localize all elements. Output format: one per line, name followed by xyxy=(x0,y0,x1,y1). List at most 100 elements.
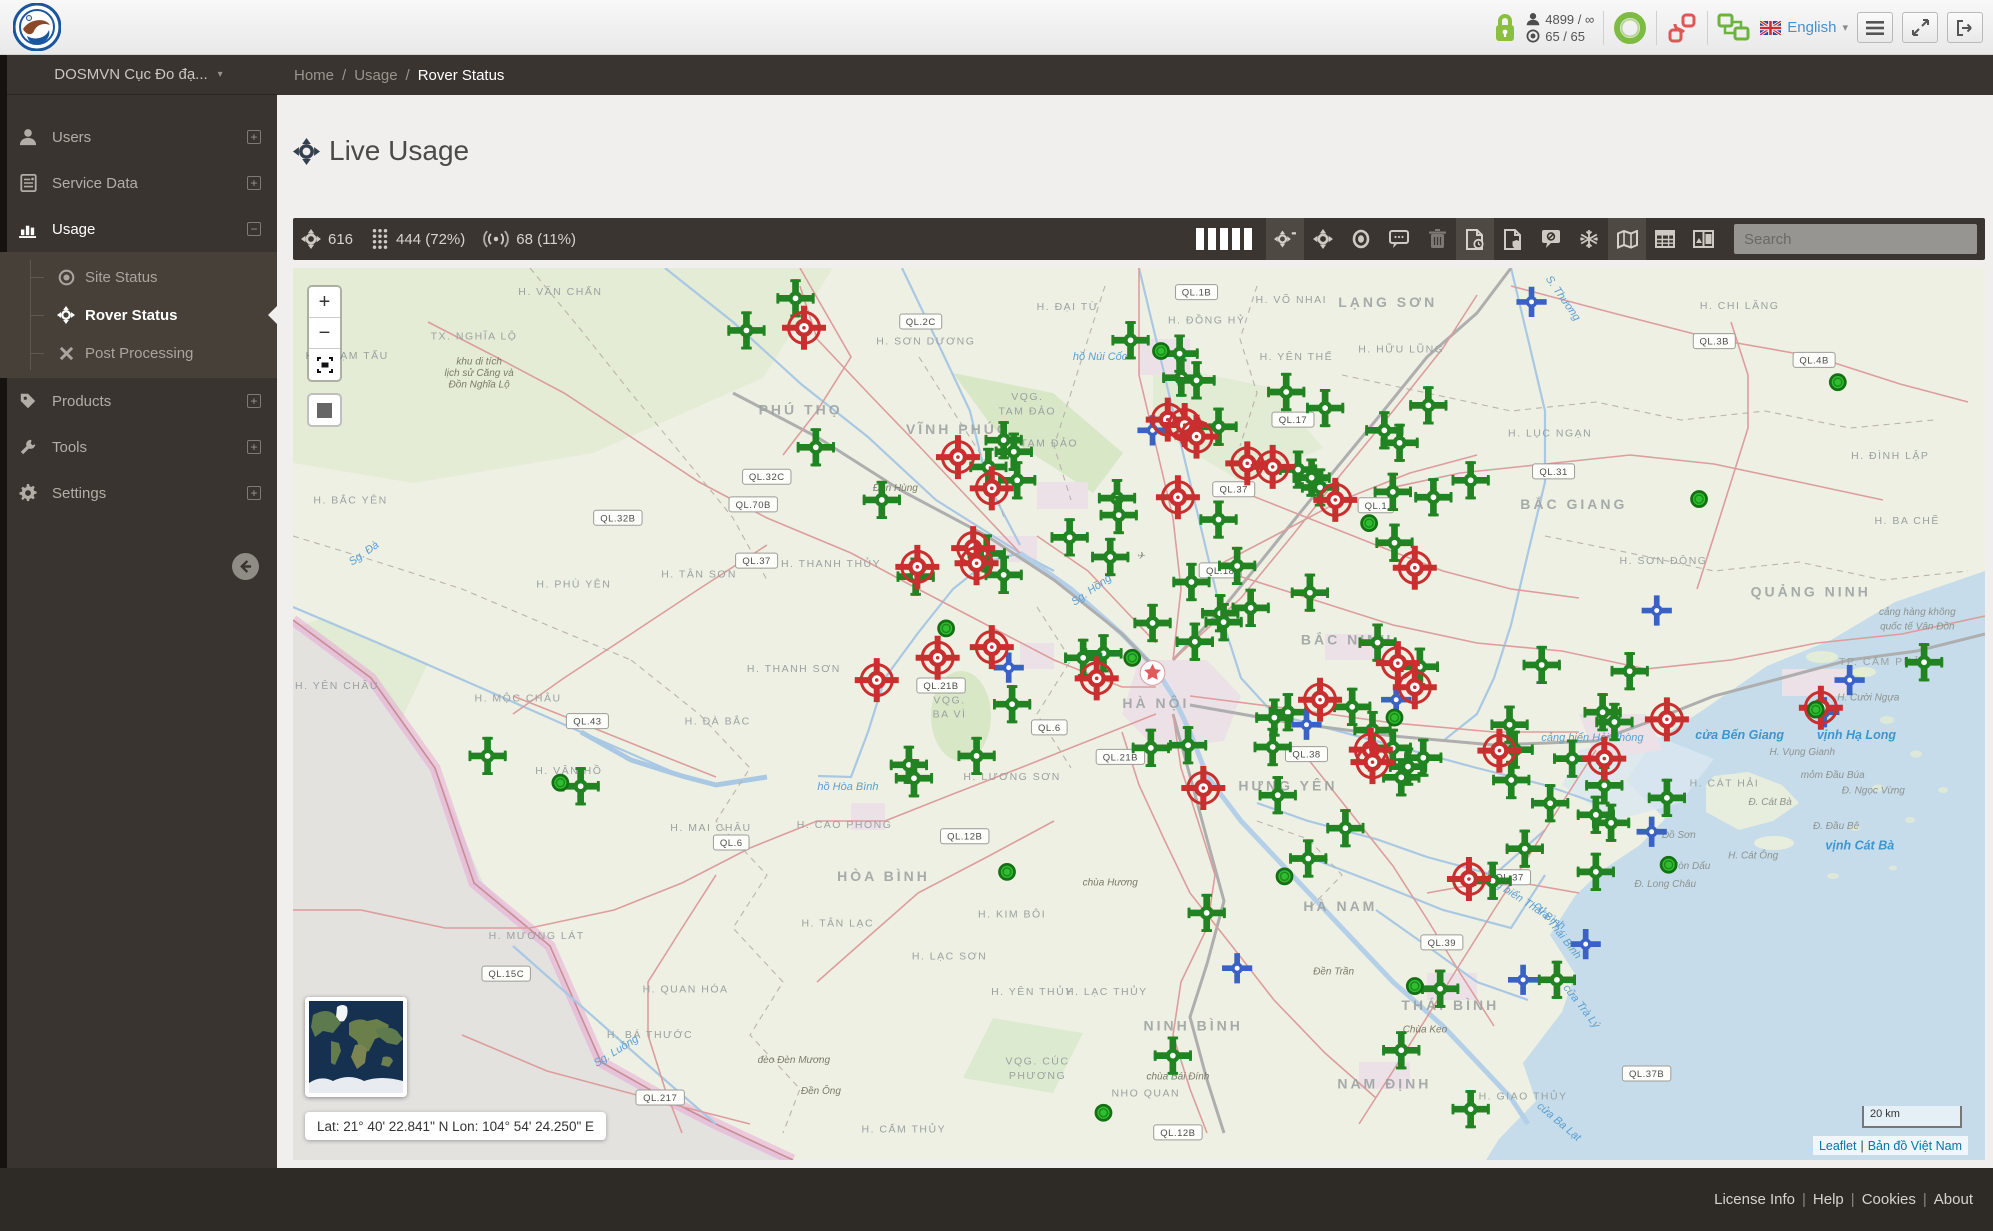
map-label: TAM ĐẢO xyxy=(999,404,1057,417)
circle-station-marker[interactable] xyxy=(1387,710,1402,725)
map-canvas[interactable]: PHÚ THỌVĨNH PHÚCHÀ NỘIHÒA BÌNHHƯNG YÊNBẮ… xyxy=(293,268,1985,1160)
toolbar-map-view-button[interactable] xyxy=(1608,218,1646,260)
bars-legend-icon[interactable] xyxy=(1196,228,1252,250)
sidebar-item-service-data[interactable]: Service Data + xyxy=(0,160,277,206)
circle-station-marker[interactable] xyxy=(1808,702,1823,717)
x-icon xyxy=(56,346,76,361)
map-label: khu di tích xyxy=(456,356,502,367)
expand-plus-icon[interactable]: + xyxy=(247,440,261,454)
square-icon xyxy=(317,403,332,418)
map[interactable]: PHÚ THỌVĨNH PHÚCHÀ NỘIHÒA BÌNHHƯNG YÊNBẮ… xyxy=(293,268,1985,1160)
sidebar-collapse-button[interactable] xyxy=(232,553,259,580)
map-label: Đ. Cát Bà xyxy=(1748,797,1792,808)
chevron-down-icon: ▾ xyxy=(1842,21,1848,34)
sidebar-item-post-processing[interactable]: Post Processing xyxy=(0,334,277,372)
sidebar-item-rover-status[interactable]: Rover Status xyxy=(0,296,277,334)
broken-link-icon[interactable] xyxy=(1666,12,1698,44)
sidebar-item-products[interactable]: Products + xyxy=(0,378,277,424)
tag-icon xyxy=(17,392,39,410)
circle-station-marker[interactable] xyxy=(1000,864,1015,879)
map-label: Đ. Ngọc Vừng xyxy=(1842,785,1905,796)
logout-button[interactable] xyxy=(1947,12,1983,43)
toolbar-delete-button[interactable] xyxy=(1418,218,1456,260)
toolbar-split-view-button[interactable] xyxy=(1684,218,1722,260)
zoom-out-button[interactable]: − xyxy=(309,318,340,349)
map-label: HÀ NỘI xyxy=(1122,694,1189,711)
breadcrumb-item[interactable]: Home xyxy=(294,67,334,84)
footer-link[interactable]: Cookies xyxy=(1862,1191,1916,1208)
users-quota: 4899 / ∞ xyxy=(1545,12,1594,27)
toolbar-rover-button[interactable] xyxy=(1304,218,1342,260)
footer-link[interactable]: License Info xyxy=(1714,1191,1795,1208)
collapse-minus-icon[interactable]: − xyxy=(247,222,261,236)
svg-text:QL.1: QL.1 xyxy=(1365,501,1388,512)
fullscreen-map-button[interactable] xyxy=(309,349,340,380)
footer-separator: | xyxy=(1851,1191,1855,1208)
fullscreen-button[interactable] xyxy=(1902,12,1938,43)
footer-link[interactable]: About xyxy=(1934,1191,1973,1208)
circle-station-marker[interactable] xyxy=(1125,650,1140,665)
circle-station-marker[interactable] xyxy=(1096,1105,1111,1120)
circle-station-marker[interactable] xyxy=(939,621,954,636)
circle-station-marker[interactable] xyxy=(1830,375,1845,390)
toolbar-messages-button[interactable] xyxy=(1380,218,1418,260)
overview-minimap[interactable] xyxy=(305,997,407,1097)
svg-text:QL.31: QL.31 xyxy=(1539,467,1567,478)
org-selector[interactable]: DOSMVN Cục Đo đạ... ▾ xyxy=(0,55,277,95)
leaflet-link[interactable]: Leaflet xyxy=(1819,1139,1857,1153)
rover-icon xyxy=(293,138,320,165)
map-label: LẠNG SƠN xyxy=(1338,294,1437,310)
expand-plus-icon[interactable]: + xyxy=(247,394,261,408)
toolbar-log-protect-button[interactable] xyxy=(1494,218,1532,260)
basemap-link[interactable]: Bản đồ Việt Nam xyxy=(1868,1139,1962,1153)
rover-count: 616 xyxy=(328,231,353,248)
sidebar-item-site-status[interactable]: Site Status xyxy=(0,258,277,296)
map-label: H. PHÙ YÊN xyxy=(536,577,611,590)
menu-button[interactable] xyxy=(1857,12,1893,43)
footer-link[interactable]: Help xyxy=(1813,1191,1844,1208)
draw-extent-button[interactable] xyxy=(307,393,342,427)
circle-station-marker[interactable] xyxy=(1153,343,1168,358)
toolbar-log-history-button[interactable] xyxy=(1456,218,1494,260)
toolbar-rover-hide-button[interactable] xyxy=(1266,218,1304,260)
sidebar-item-users[interactable]: Users + xyxy=(0,114,277,160)
search-input[interactable] xyxy=(1734,224,1977,254)
language-selector[interactable]: English ▾ xyxy=(1760,19,1848,36)
breadcrumb: Home/Usage/Rover Status xyxy=(277,55,1993,95)
zoom-in-button[interactable]: + xyxy=(309,287,340,318)
usage-submenu: Site Status Rover Status Post Processing xyxy=(0,252,277,378)
language-label: English xyxy=(1787,19,1836,36)
broadcast-icon xyxy=(483,230,509,248)
road-badge: QL.6 xyxy=(713,835,749,850)
sidebar-item-tools[interactable]: Tools + xyxy=(0,424,277,470)
circle-station-marker[interactable] xyxy=(1362,516,1377,531)
toolbar-no-messages-button[interactable] xyxy=(1532,218,1570,260)
footer-separator: | xyxy=(1802,1191,1806,1208)
page-title-text: Live Usage xyxy=(329,135,469,167)
expand-plus-icon[interactable]: + xyxy=(247,176,261,190)
map-label: NAM ĐỊNH xyxy=(1337,1076,1431,1092)
expand-plus-icon[interactable]: + xyxy=(247,130,261,144)
zoom-control: + − xyxy=(307,285,342,382)
circle-station-marker[interactable] xyxy=(1692,492,1707,507)
star-station-marker[interactable] xyxy=(1140,661,1165,686)
circle-station-marker[interactable] xyxy=(1407,979,1422,994)
toolbar-table-view-button[interactable] xyxy=(1646,218,1684,260)
toolbar-snowflake-button[interactable] xyxy=(1570,218,1608,260)
sidebar-item-settings[interactable]: Settings + xyxy=(0,470,277,516)
map-label: cảng biển Hải Phòng xyxy=(1541,732,1644,744)
expand-plus-icon[interactable]: + xyxy=(247,486,261,500)
sidebar: DOSMVN Cục Đo đạ... ▾ Users + Service Da… xyxy=(0,55,277,1168)
toolbar-sites-button[interactable] xyxy=(1342,218,1380,260)
network-nodes-icon[interactable] xyxy=(1717,12,1751,44)
circle-station-marker[interactable] xyxy=(1661,857,1676,872)
sidebar-item-usage[interactable]: Usage − xyxy=(0,206,277,252)
map-label: THÁI BÌNH xyxy=(1401,997,1499,1013)
status-ring-icon[interactable] xyxy=(1613,11,1647,45)
circle-station-marker[interactable] xyxy=(553,775,568,790)
top-bar: 4899 / ∞ 65 / 65 xyxy=(0,0,1993,55)
circle-station-marker[interactable] xyxy=(1277,869,1292,884)
map-label: HÒA BÌNH xyxy=(837,867,930,884)
logout-icon xyxy=(1956,20,1974,36)
breadcrumb-item[interactable]: Usage xyxy=(354,67,397,84)
